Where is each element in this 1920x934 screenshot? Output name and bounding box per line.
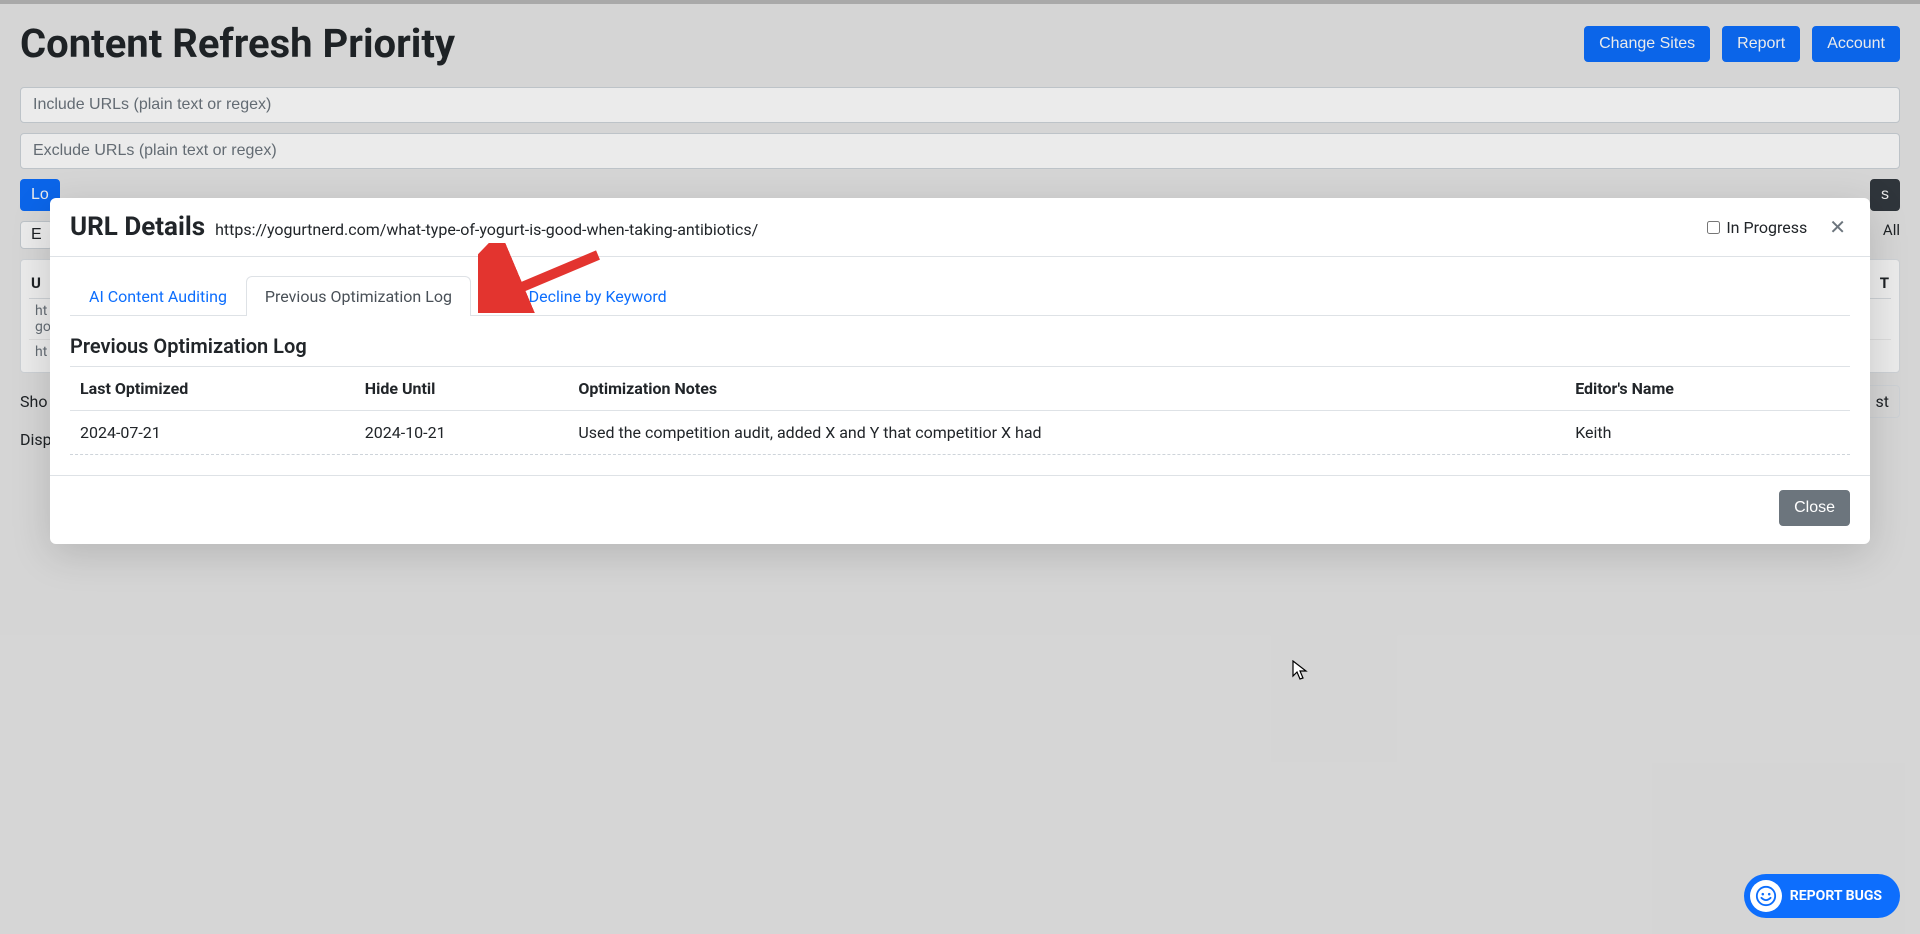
in-progress-checkbox[interactable]: [1707, 221, 1720, 234]
optimization-log-table: Last Optimized Hide Until Optimization N…: [70, 366, 1850, 455]
modal-header-right: In Progress ✕: [1707, 215, 1850, 239]
modal-title-wrap: URL Details https://yogurtnerd.com/what-…: [70, 212, 1707, 242]
close-icon[interactable]: ✕: [1825, 215, 1850, 239]
table-header-row: Last Optimized Hide Until Optimization N…: [70, 367, 1850, 411]
in-progress-wrap[interactable]: In Progress: [1707, 218, 1807, 237]
modal-footer: Close: [50, 475, 1870, 544]
tab-previous-optimization-log[interactable]: Previous Optimization Log: [246, 276, 471, 316]
col-optimization-notes: Optimization Notes: [568, 367, 1565, 411]
tab-ai-content-auditing[interactable]: AI Content Auditing: [70, 276, 246, 316]
cell-last-optimized: 2024-07-21: [70, 411, 355, 455]
report-bugs-label: REPORT BUGS: [1790, 888, 1882, 904]
modal-tabs: AI Content Auditing Previous Optimizatio…: [70, 275, 1850, 316]
section-title: Previous Optimization Log: [70, 334, 1850, 358]
modal-body: AI Content Auditing Previous Optimizatio…: [50, 257, 1870, 465]
report-bugs-button[interactable]: REPORT BUGS: [1744, 874, 1900, 918]
table-row: 2024-07-21 2024-10-21 Used the competiti…: [70, 411, 1850, 455]
smiley-icon: [1750, 880, 1782, 912]
cell-hide-until: 2024-10-21: [355, 411, 569, 455]
modal-title: URL Details: [70, 212, 205, 242]
col-last-optimized: Last Optimized: [70, 367, 355, 411]
cell-notes: Used the competition audit, added X and …: [568, 411, 1565, 455]
cell-editor: Keith: [1565, 411, 1850, 455]
url-details-modal: URL Details https://yogurtnerd.com/what-…: [50, 198, 1870, 544]
col-editors-name: Editor's Name: [1565, 367, 1850, 411]
modal-header: URL Details https://yogurtnerd.com/what-…: [50, 198, 1870, 257]
close-button[interactable]: Close: [1779, 490, 1850, 526]
modal-url: https://yogurtnerd.com/what-type-of-yogu…: [215, 220, 758, 239]
tab-click-decline-by-keyword[interactable]: Click Decline by Keyword: [471, 276, 686, 316]
in-progress-label: In Progress: [1726, 218, 1807, 237]
col-hide-until: Hide Until: [355, 367, 569, 411]
